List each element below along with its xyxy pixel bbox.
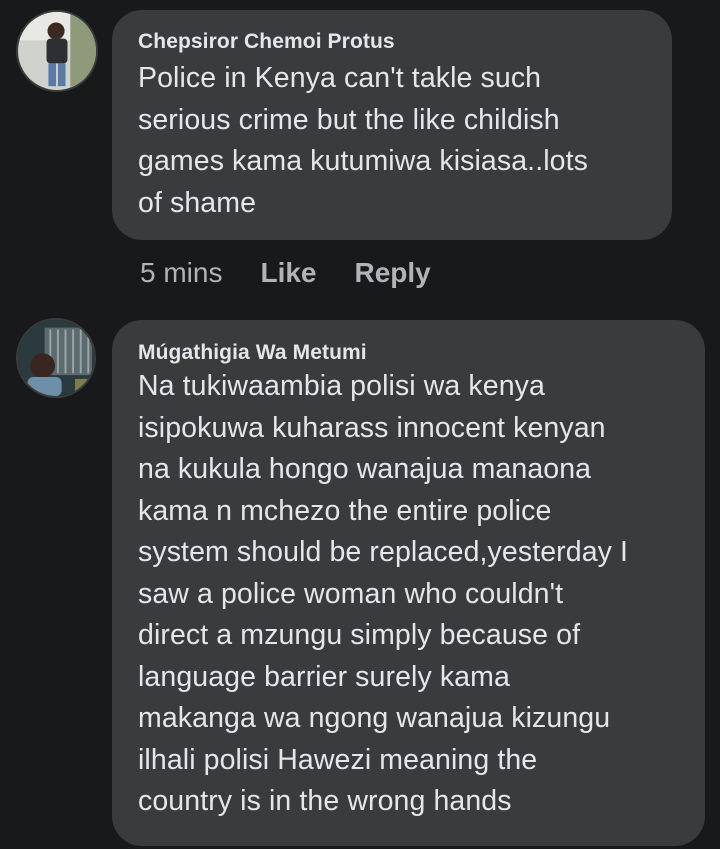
- comments-thread: Chepsiror Chemoi Protus Police in Kenya …: [0, 0, 720, 849]
- avatar[interactable]: [16, 318, 96, 398]
- profile-photo: [18, 320, 94, 396]
- comment-text: Na tukiwaambia polisi wa kenya isipokuwa…: [138, 370, 629, 817]
- like-button[interactable]: Like: [260, 257, 316, 289]
- comment-actions: 5 mins Like Reply: [140, 257, 469, 289]
- avatar[interactable]: [16, 10, 98, 92]
- reply-button[interactable]: Reply: [355, 257, 431, 289]
- comment-author[interactable]: Chepsiror Chemoi Protus: [138, 30, 395, 54]
- profile-photo: [18, 12, 96, 90]
- comment-text: Police in Kenya can't takle such serious…: [138, 62, 588, 219]
- comment-timestamp: 5 mins: [140, 257, 223, 288]
- comment-author[interactable]: Múgathigia Wa Metumi: [138, 341, 367, 365]
